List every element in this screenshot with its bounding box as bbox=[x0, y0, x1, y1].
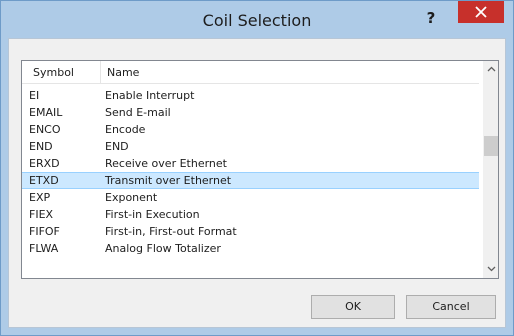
list-item[interactable]: EI Enable Interrupt bbox=[22, 87, 479, 104]
column-header-name[interactable]: Name bbox=[102, 61, 402, 84]
scroll-up-button[interactable] bbox=[483, 61, 498, 78]
list-rows: EI Enable Interrupt EMAIL Send E-mail ENCO En… bbox=[22, 87, 479, 257]
symbol-cell: END bbox=[29, 140, 53, 153]
cancel-button[interactable]: Cancel bbox=[406, 295, 496, 319]
symbol-cell: ERXD bbox=[29, 157, 60, 170]
name-cell: Analog Flow Totalizer bbox=[105, 242, 221, 255]
list-item[interactable]: END END bbox=[22, 138, 479, 155]
help-button[interactable]: ? bbox=[420, 7, 442, 29]
symbol-cell: EI bbox=[29, 89, 40, 102]
vertical-scrollbar[interactable] bbox=[483, 61, 498, 278]
list-item[interactable]: FIFOF First-in, First-out Format bbox=[22, 223, 479, 240]
symbol-cell: FIEX bbox=[29, 208, 54, 221]
name-cell: Encode bbox=[105, 123, 146, 136]
close-button[interactable] bbox=[458, 1, 504, 23]
symbol-cell: EMAIL bbox=[29, 106, 63, 119]
list-item[interactable]: FIEX First-in Execution bbox=[22, 206, 479, 223]
name-cell: First-in Execution bbox=[105, 208, 200, 221]
list-item[interactable]: ERXD Receive over Ethernet bbox=[22, 155, 479, 172]
list-item[interactable]: ETXD Transmit over Ethernet bbox=[22, 172, 479, 189]
coil-list[interactable]: Symbol Name EI Enable Interrupt EMAIL Send … bbox=[21, 60, 499, 279]
name-cell: Exponent bbox=[105, 191, 158, 204]
symbol-cell: FLWA bbox=[29, 242, 59, 255]
column-header-symbol[interactable]: Symbol bbox=[28, 61, 98, 84]
name-cell: First-in, First-out Format bbox=[105, 225, 237, 238]
symbol-cell: ETXD bbox=[29, 174, 59, 187]
name-cell: END bbox=[105, 140, 129, 153]
ok-button[interactable]: OK bbox=[311, 295, 395, 319]
symbol-cell: FIFOF bbox=[29, 225, 60, 238]
scroll-up-icon bbox=[487, 66, 495, 72]
symbol-cell: EXP bbox=[29, 191, 51, 204]
name-cell: Send E-mail bbox=[105, 106, 171, 119]
list-item[interactable]: EMAIL Send E-mail bbox=[22, 104, 479, 121]
name-cell: Enable Interrupt bbox=[105, 89, 195, 102]
scroll-thumb[interactable] bbox=[484, 136, 498, 156]
name-cell: Receive over Ethernet bbox=[105, 157, 227, 170]
symbol-cell: ENCO bbox=[29, 123, 61, 136]
close-icon bbox=[475, 6, 487, 18]
name-cell: Transmit over Ethernet bbox=[105, 174, 232, 187]
list-item[interactable]: EXP Exponent bbox=[22, 189, 479, 206]
title-bar: Coil Selection ? bbox=[1, 1, 513, 39]
list-item[interactable]: ENCO Encode bbox=[22, 121, 479, 138]
scroll-down-icon bbox=[487, 266, 495, 272]
scroll-down-button[interactable] bbox=[483, 261, 498, 278]
column-divider[interactable] bbox=[100, 61, 101, 83]
list-item[interactable]: FLWA Analog Flow Totalizer bbox=[22, 240, 479, 257]
list-header: Symbol Name bbox=[22, 61, 479, 84]
